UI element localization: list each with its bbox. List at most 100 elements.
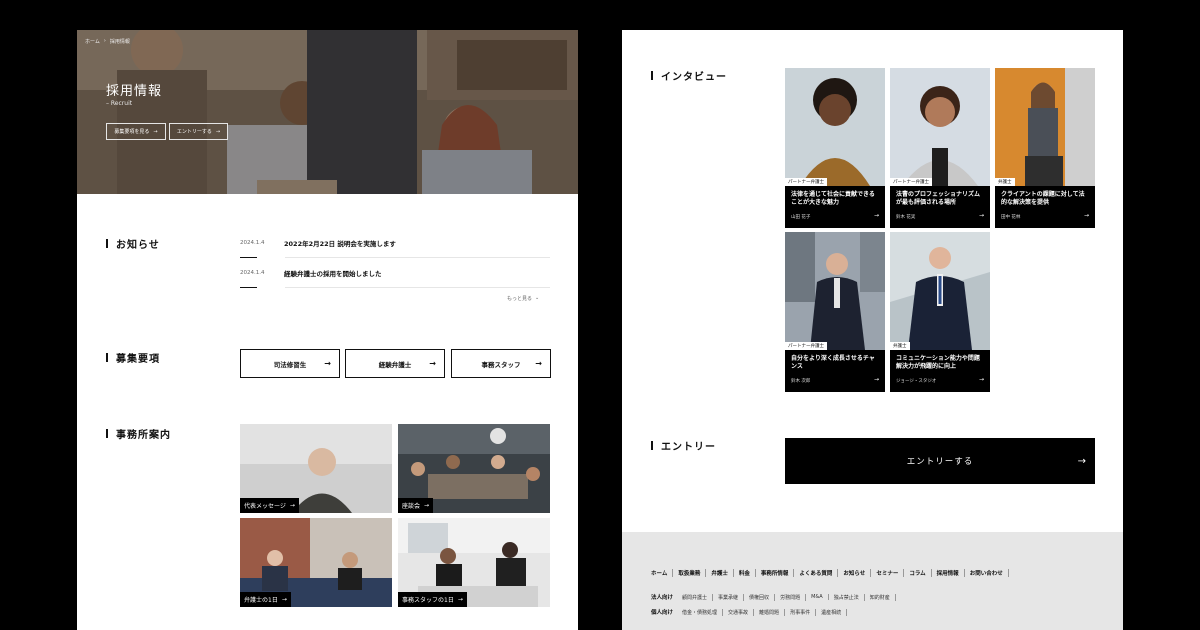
footer-nav-faq[interactable]: よくある質問 — [794, 569, 839, 577]
footer-corporate-label: 法人向け — [651, 595, 674, 601]
tile-label-text: 代表メッセージ — [244, 503, 286, 510]
experienced-lawyer-button[interactable]: 経験弁護士 → — [345, 349, 445, 378]
footer-link[interactable]: 刑事事件 — [785, 608, 817, 616]
footer-nav: ホーム 取扱業務 弁護士 料金 事務所情報 よくある質問 お知らせ セミナー コ… — [651, 569, 1009, 577]
footer-nav-fees[interactable]: 料金 — [734, 569, 756, 577]
footer-corporate-links: 法人向け 顧問弁護士 事業承継 債権回収 労務問題 M&A 独占禁止法 知的財産 — [651, 593, 896, 601]
trainee-button[interactable]: 司法修習生 → — [240, 349, 340, 378]
tile-label: 弁護士の1日 → — [240, 592, 291, 607]
footer-link[interactable]: 遺産相続 — [816, 608, 848, 616]
footer-link[interactable]: 労務問題 — [775, 593, 807, 601]
trainee-label: 司法修習生 — [273, 360, 307, 369]
footer-nav-practice[interactable]: 取扱業務 — [673, 569, 707, 577]
office-tile-message[interactable]: 代表メッセージ → — [240, 424, 392, 513]
breadcrumb-home[interactable]: ホーム — [85, 38, 100, 45]
tile-label: 代表メッセージ → — [240, 498, 299, 513]
entry-button[interactable]: エントリーする → — [785, 438, 1095, 484]
news-more-link[interactable]: もっと見る ⌄ — [507, 295, 539, 302]
footer-personal-links: 個人向け 借金・債務処理 交通事故 離婚問題 刑事事件 遺産相続 — [651, 608, 848, 616]
news-date: 2024.1.4 — [240, 240, 265, 246]
interview-role: パートナー弁護士 — [890, 178, 932, 186]
news-divider — [285, 287, 550, 288]
interview-card[interactable]: パートナー弁護士 自分をより深く成長させるチャンス 鈴木 次郎 → — [785, 232, 885, 392]
tile-label: 座談会 → — [398, 498, 434, 513]
interview-role: パートナー弁護士 — [785, 178, 827, 186]
office-tile-roundtable[interactable]: 座談会 → — [398, 424, 550, 513]
footer-nav-office[interactable]: 事務所情報 — [756, 569, 795, 577]
arrow-right-icon: → — [1077, 455, 1087, 467]
news-heading-text: お知らせ — [116, 240, 160, 251]
news-item[interactable]: 2024.1.4 経験弁護士の採用を開始しました — [240, 259, 550, 287]
left-page-panel: ホーム › 採用情報 採用情報 – Recruit 募集要項を見る → エントリ… — [77, 30, 578, 630]
footer-nav-contact[interactable]: お問い合わせ — [965, 569, 1009, 577]
interview-quote: コミュニケーション能力や問題解決力が飛躍的に向上 — [896, 355, 980, 371]
interview-name: 山田 花子 — [791, 215, 811, 220]
footer-personal-label: 個人向け — [651, 610, 674, 616]
news-divider-accent — [240, 287, 257, 288]
interview-photo — [890, 68, 990, 186]
arrow-right-icon: → — [215, 128, 221, 135]
view-requirements-button[interactable]: 募集要項を見る → — [106, 123, 166, 140]
arrow-right-icon: → — [324, 359, 331, 368]
interview-name: 鈴木 花実 — [896, 215, 916, 220]
news-divider-accent — [240, 257, 257, 258]
footer-link[interactable]: M&A — [806, 594, 829, 600]
interview-quote: 自分をより深く成長させるチャンス — [791, 355, 875, 371]
interview-role: パートナー弁護士 — [785, 342, 827, 350]
footer: ホーム 取扱業務 弁護士 料金 事務所情報 よくある質問 お知らせ セミナー コ… — [622, 532, 1123, 630]
more-link-label: もっと見る — [507, 296, 533, 302]
interview-card[interactable]: 弁護士 クライアントの課題に対して法的な解決策を提供 田中 花林 → — [995, 68, 1095, 228]
interview-photo — [995, 68, 1095, 186]
interview-card[interactable]: パートナー弁護士 法曹のプロフェッショナリズムが最も評価される場所 鈴木 花実 … — [890, 68, 990, 228]
interview-photo — [785, 68, 885, 186]
footer-link[interactable]: 離婚問題 — [754, 608, 786, 616]
arrow-right-icon: → — [289, 502, 295, 509]
footer-link[interactable]: 交通事故 — [723, 608, 755, 616]
arrow-right-icon: → — [457, 596, 463, 603]
office-tile-lawyer-day[interactable]: 弁護士の1日 → — [240, 518, 392, 607]
footer-nav-column[interactable]: コラム — [904, 569, 932, 577]
news-divider — [285, 257, 550, 258]
tile-label-text: 弁護士の1日 — [244, 597, 278, 604]
footer-nav-home[interactable]: ホーム — [651, 569, 674, 577]
recruit-heading-text: 募集要項 — [116, 354, 160, 365]
office-heading-text: 事務所案内 — [116, 430, 171, 441]
hero-entry-button[interactable]: エントリーする → — [169, 123, 228, 140]
arrow-right-icon: → — [429, 359, 436, 368]
news-item[interactable]: 2024.1.4 2022年2月22日 説明会を実施します — [240, 229, 550, 257]
page-title: 採用情報 — [106, 84, 163, 99]
footer-link[interactable]: 独占禁止法 — [829, 593, 865, 601]
chevron-down-icon: ⌄ — [535, 295, 540, 301]
news-title: 経験弁護士の採用を開始しました — [284, 270, 382, 278]
tile-label: 事務スタッフの1日 → — [398, 592, 467, 607]
news-title: 2022年2月22日 説明会を実施します — [284, 240, 396, 248]
entry-button-label: エントリーする — [906, 457, 974, 467]
footer-nav-lawyers[interactable]: 弁護士 — [706, 569, 734, 577]
interview-role: 弁護士 — [995, 178, 1015, 186]
footer-nav-seminar[interactable]: セミナー — [871, 569, 905, 577]
arrow-right-icon: → — [873, 212, 879, 219]
arrow-right-icon: → — [535, 359, 542, 368]
office-staff-button[interactable]: 事務スタッフ → — [451, 349, 551, 378]
office-tile-staff-day[interactable]: 事務スタッフの1日 → — [398, 518, 550, 607]
arrow-right-icon: → — [153, 128, 158, 135]
footer-nav-recruit[interactable]: 採用情報 — [932, 569, 965, 577]
breadcrumb: ホーム › 採用情報 — [85, 38, 130, 45]
hero-section: ホーム › 採用情報 採用情報 – Recruit 募集要項を見る → エントリ… — [77, 30, 578, 194]
interview-card[interactable]: パートナー弁護士 法律を通じて社会に貢献できることが大きな魅力 山田 花子 → — [785, 68, 885, 228]
view-requirements-label: 募集要項を見る — [114, 129, 150, 135]
heading-bar — [106, 239, 108, 248]
news-date: 2024.1.4 — [240, 270, 265, 276]
footer-link[interactable]: 顧問弁護士 — [677, 593, 714, 601]
interview-card[interactable]: 弁護士 コミュニケーション能力や問題解決力が飛躍的に向上 ジョージ・スタジオ → — [890, 232, 990, 392]
footer-link[interactable]: 知的財産 — [865, 593, 896, 601]
interview-quote: クライアントの課題に対して法的な解決策を提供 — [1001, 191, 1085, 207]
hero-entry-label: エントリーする — [176, 129, 212, 135]
footer-link[interactable]: 借金・債務処理 — [677, 608, 724, 616]
heading-bar — [651, 71, 653, 80]
footer-link[interactable]: 事業承継 — [713, 593, 745, 601]
footer-nav-news[interactable]: お知らせ — [838, 569, 872, 577]
footer-link[interactable]: 債権回収 — [744, 593, 776, 601]
interview-name: ジョージ・スタジオ — [896, 379, 937, 384]
experienced-lawyer-label: 経験弁護士 — [378, 360, 412, 369]
